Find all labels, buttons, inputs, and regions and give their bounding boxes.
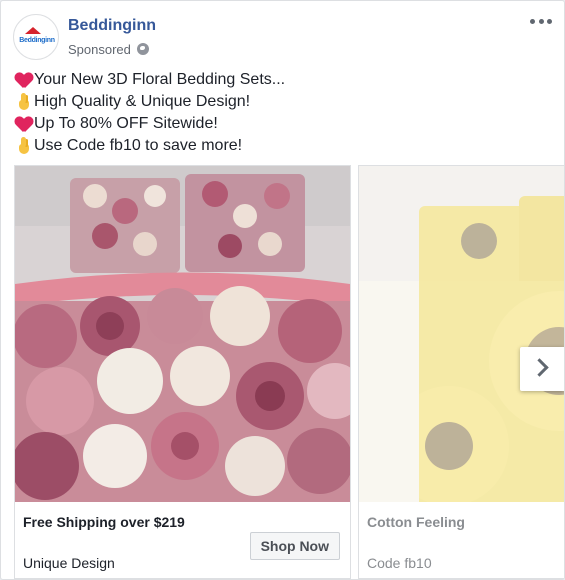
page-avatar[interactable]: Beddinginn <box>13 14 59 60</box>
card-info[interactable]: Cotton Feeling Code fb10 <box>359 502 564 578</box>
yellow-sunflower-bedding-image[interactable] <box>359 166 564 502</box>
product-carousel: Free Shipping over $219 Unique Design Sh… <box>1 165 564 579</box>
shop-now-button[interactable]: Shop Now <box>249 532 340 560</box>
hand-icon <box>15 137 33 155</box>
card-description: Code fb10 <box>367 555 432 571</box>
card-title[interactable]: Cotton Feeling <box>367 514 465 530</box>
rose-bedding-illustration <box>15 166 350 502</box>
more-options-icon[interactable] <box>530 19 552 27</box>
inactive-card-overlay <box>359 166 564 502</box>
dot <box>538 19 544 24</box>
heart-icon <box>15 71 33 89</box>
post-text-line: Up To 80% OFF Sitewide! <box>15 113 535 135</box>
post-text-line: High Quality & Unique Design! <box>15 91 535 113</box>
page-name-link[interactable]: Beddinginn <box>68 17 156 35</box>
pink-rose-bedding-image[interactable] <box>15 166 350 502</box>
post-text-line: Use Code fb10 to save more! <box>15 135 535 157</box>
globe-icon[interactable] <box>136 43 149 55</box>
avatar-logo-text: Beddinginn <box>19 37 55 44</box>
carousel-next-button[interactable] <box>520 347 564 391</box>
sponsored-row: Sponsored <box>68 41 149 57</box>
post-text: Your New 3D Floral Bedding Sets... High … <box>15 69 535 157</box>
post-text-line-label: Up To 80% OFF Sitewide! <box>34 115 218 132</box>
sponsored-post: Beddinginn Beddinginn Sponsored Your New… <box>0 0 565 580</box>
post-text-line-label: High Quality & Unique Design! <box>34 93 251 110</box>
house-logo-icon <box>25 27 41 34</box>
post-text-line: Your New 3D Floral Bedding Sets... <box>15 69 535 91</box>
carousel-card[interactable]: Free Shipping over $219 Unique Design Sh… <box>14 165 351 579</box>
heart-icon <box>15 115 33 133</box>
sponsored-label[interactable]: Sponsored <box>68 42 131 57</box>
card-description: Unique Design <box>23 555 115 571</box>
chevron-right-icon <box>530 358 549 377</box>
hand-icon <box>15 93 33 111</box>
dot <box>530 19 535 24</box>
dot <box>547 19 552 24</box>
post-text-line-label: Use Code fb10 to save more! <box>34 137 243 154</box>
post-text-line-label: Your New 3D Floral Bedding Sets... <box>34 71 286 88</box>
post-header: Beddinginn Beddinginn Sponsored <box>13 13 552 63</box>
card-info[interactable]: Free Shipping over $219 Unique Design Sh… <box>15 502 350 578</box>
card-title[interactable]: Free Shipping over $219 <box>23 514 185 530</box>
